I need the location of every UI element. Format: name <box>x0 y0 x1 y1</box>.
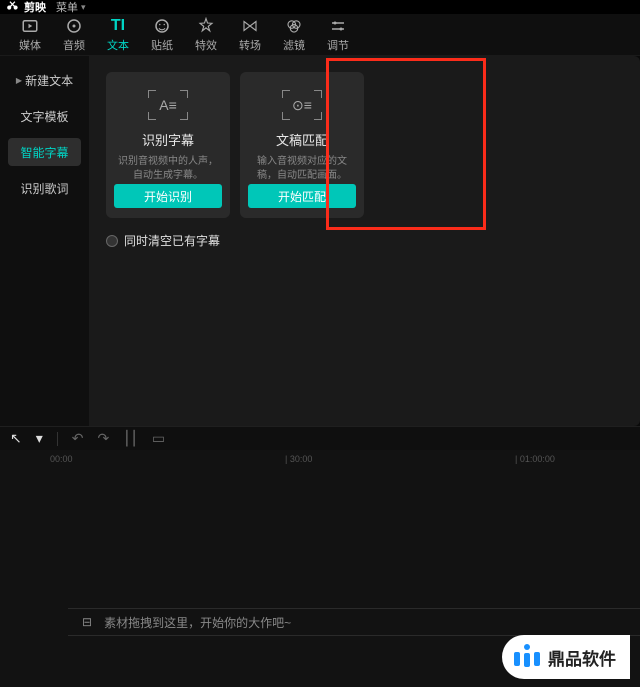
tab-adjust[interactable]: 调节 <box>316 17 360 53</box>
placeholder-text: 素材拖拽到这里，开始你的大作吧~ <box>104 614 291 631</box>
clear-existing-checkbox-row[interactable]: 同时清空已有字幕 <box>106 232 624 249</box>
sidebar-item-smart-subtitle[interactable]: 智能字幕 <box>8 138 81 166</box>
frame-icon <box>282 90 322 120</box>
app-name: 剪映 <box>24 0 46 15</box>
effect-icon <box>197 17 215 35</box>
menu-label: 菜单 <box>56 0 78 15</box>
tab-filter[interactable]: 滤镜 <box>272 17 316 53</box>
tab-transition[interactable]: 转场 <box>228 17 272 53</box>
ruler-mark: | 01:00:00 <box>515 454 555 464</box>
track-placeholder[interactable]: ⊟ 素材拖拽到这里，开始你的大作吧~ <box>68 608 640 636</box>
audio-icon <box>65 17 83 35</box>
card-desc: 输入音视频对应的文稿，自动匹配画面。 <box>248 155 356 184</box>
tab-text[interactable]: TI 文本 <box>96 17 140 53</box>
card-title: 识别字幕 <box>142 130 194 149</box>
sidebar-item-new-text[interactable]: 新建文本 <box>8 66 81 94</box>
chevron-down-icon[interactable]: ▾ <box>36 430 43 447</box>
text-icon: TI <box>111 17 125 35</box>
tab-effect[interactable]: 特效 <box>184 17 228 53</box>
crop-icon[interactable]: ▭ <box>152 430 165 447</box>
app-logo: 剪映 <box>6 0 46 15</box>
card-desc: 识别音视频中的人声，自动生成字幕。 <box>114 155 222 184</box>
undo-icon[interactable]: ↶ <box>72 430 84 447</box>
start-match-button[interactable]: 开始匹配 <box>248 184 356 208</box>
card-title: 文稿匹配 <box>276 130 328 149</box>
tab-sticker[interactable]: 贴纸 <box>140 17 184 53</box>
filter-icon <box>285 17 303 35</box>
split-icon[interactable]: ⎮⎮ <box>123 430 138 447</box>
timeline-ruler[interactable]: 00:00 | 30:00 | 01:00:00 <box>0 450 640 468</box>
adjust-icon <box>329 17 347 35</box>
tab-media[interactable]: 媒体 <box>8 17 52 53</box>
titlebar: 剪映 菜单 ▾ <box>0 0 640 14</box>
sidebar-item-recognize-lyrics[interactable]: 识别歌词 <box>8 174 81 202</box>
transition-icon <box>241 17 259 35</box>
redo-icon[interactable]: ↷ <box>98 430 110 447</box>
scissors-icon <box>6 0 20 14</box>
timeline-toolbar: ↖ ▾ ↶ ↷ ⎮⎮ ▭ <box>0 426 640 450</box>
sticker-icon <box>153 17 171 35</box>
tab-audio[interactable]: 音频 <box>52 17 96 53</box>
main-toolbar: 媒体 音频 TI 文本 贴纸 特效 转场 滤镜 调节 <box>0 14 640 56</box>
clip-icon: ⊟ <box>82 615 92 629</box>
sidebar: 新建文本 文字模板 智能字幕 识别歌词 <box>0 56 90 426</box>
watermark-logo-icon <box>514 644 540 670</box>
card-recognize-subtitle: A≡ 识别字幕 识别音视频中的人声，自动生成字幕。 开始识别 <box>106 72 230 218</box>
checkbox-label: 同时清空已有字幕 <box>124 232 220 249</box>
content-panel: A≡ 识别字幕 识别音视频中的人声，自动生成字幕。 开始识别 ⊙≡ 文稿匹配 输… <box>90 56 640 426</box>
cursor-tool-icon[interactable]: ↖ <box>10 430 22 447</box>
chevron-down-icon: ▾ <box>81 2 86 13</box>
ruler-mark: 00:00 <box>50 454 73 464</box>
checkbox-icon[interactable] <box>106 235 118 247</box>
main-area: 新建文本 文字模板 智能字幕 识别歌词 A≡ 识别字幕 识别音视频中的人声，自动… <box>0 56 640 426</box>
sidebar-item-text-template[interactable]: 文字模板 <box>8 102 81 130</box>
separator <box>57 432 58 446</box>
watermark-text: 鼎品软件 <box>548 645 616 670</box>
watermark-badge: 鼎品软件 <box>502 635 630 679</box>
start-recognize-button[interactable]: 开始识别 <box>114 184 222 208</box>
menu-dropdown[interactable]: 菜单 ▾ <box>56 0 86 15</box>
media-icon <box>21 17 39 35</box>
card-script-match: ⊙≡ 文稿匹配 输入音视频对应的文稿，自动匹配画面。 开始匹配 <box>240 72 364 218</box>
ruler-mark: | 30:00 <box>285 454 312 464</box>
timeline[interactable]: ⊟ 素材拖拽到这里，开始你的大作吧~ 鼎品软件 <box>0 468 640 687</box>
frame-icon <box>148 90 188 120</box>
